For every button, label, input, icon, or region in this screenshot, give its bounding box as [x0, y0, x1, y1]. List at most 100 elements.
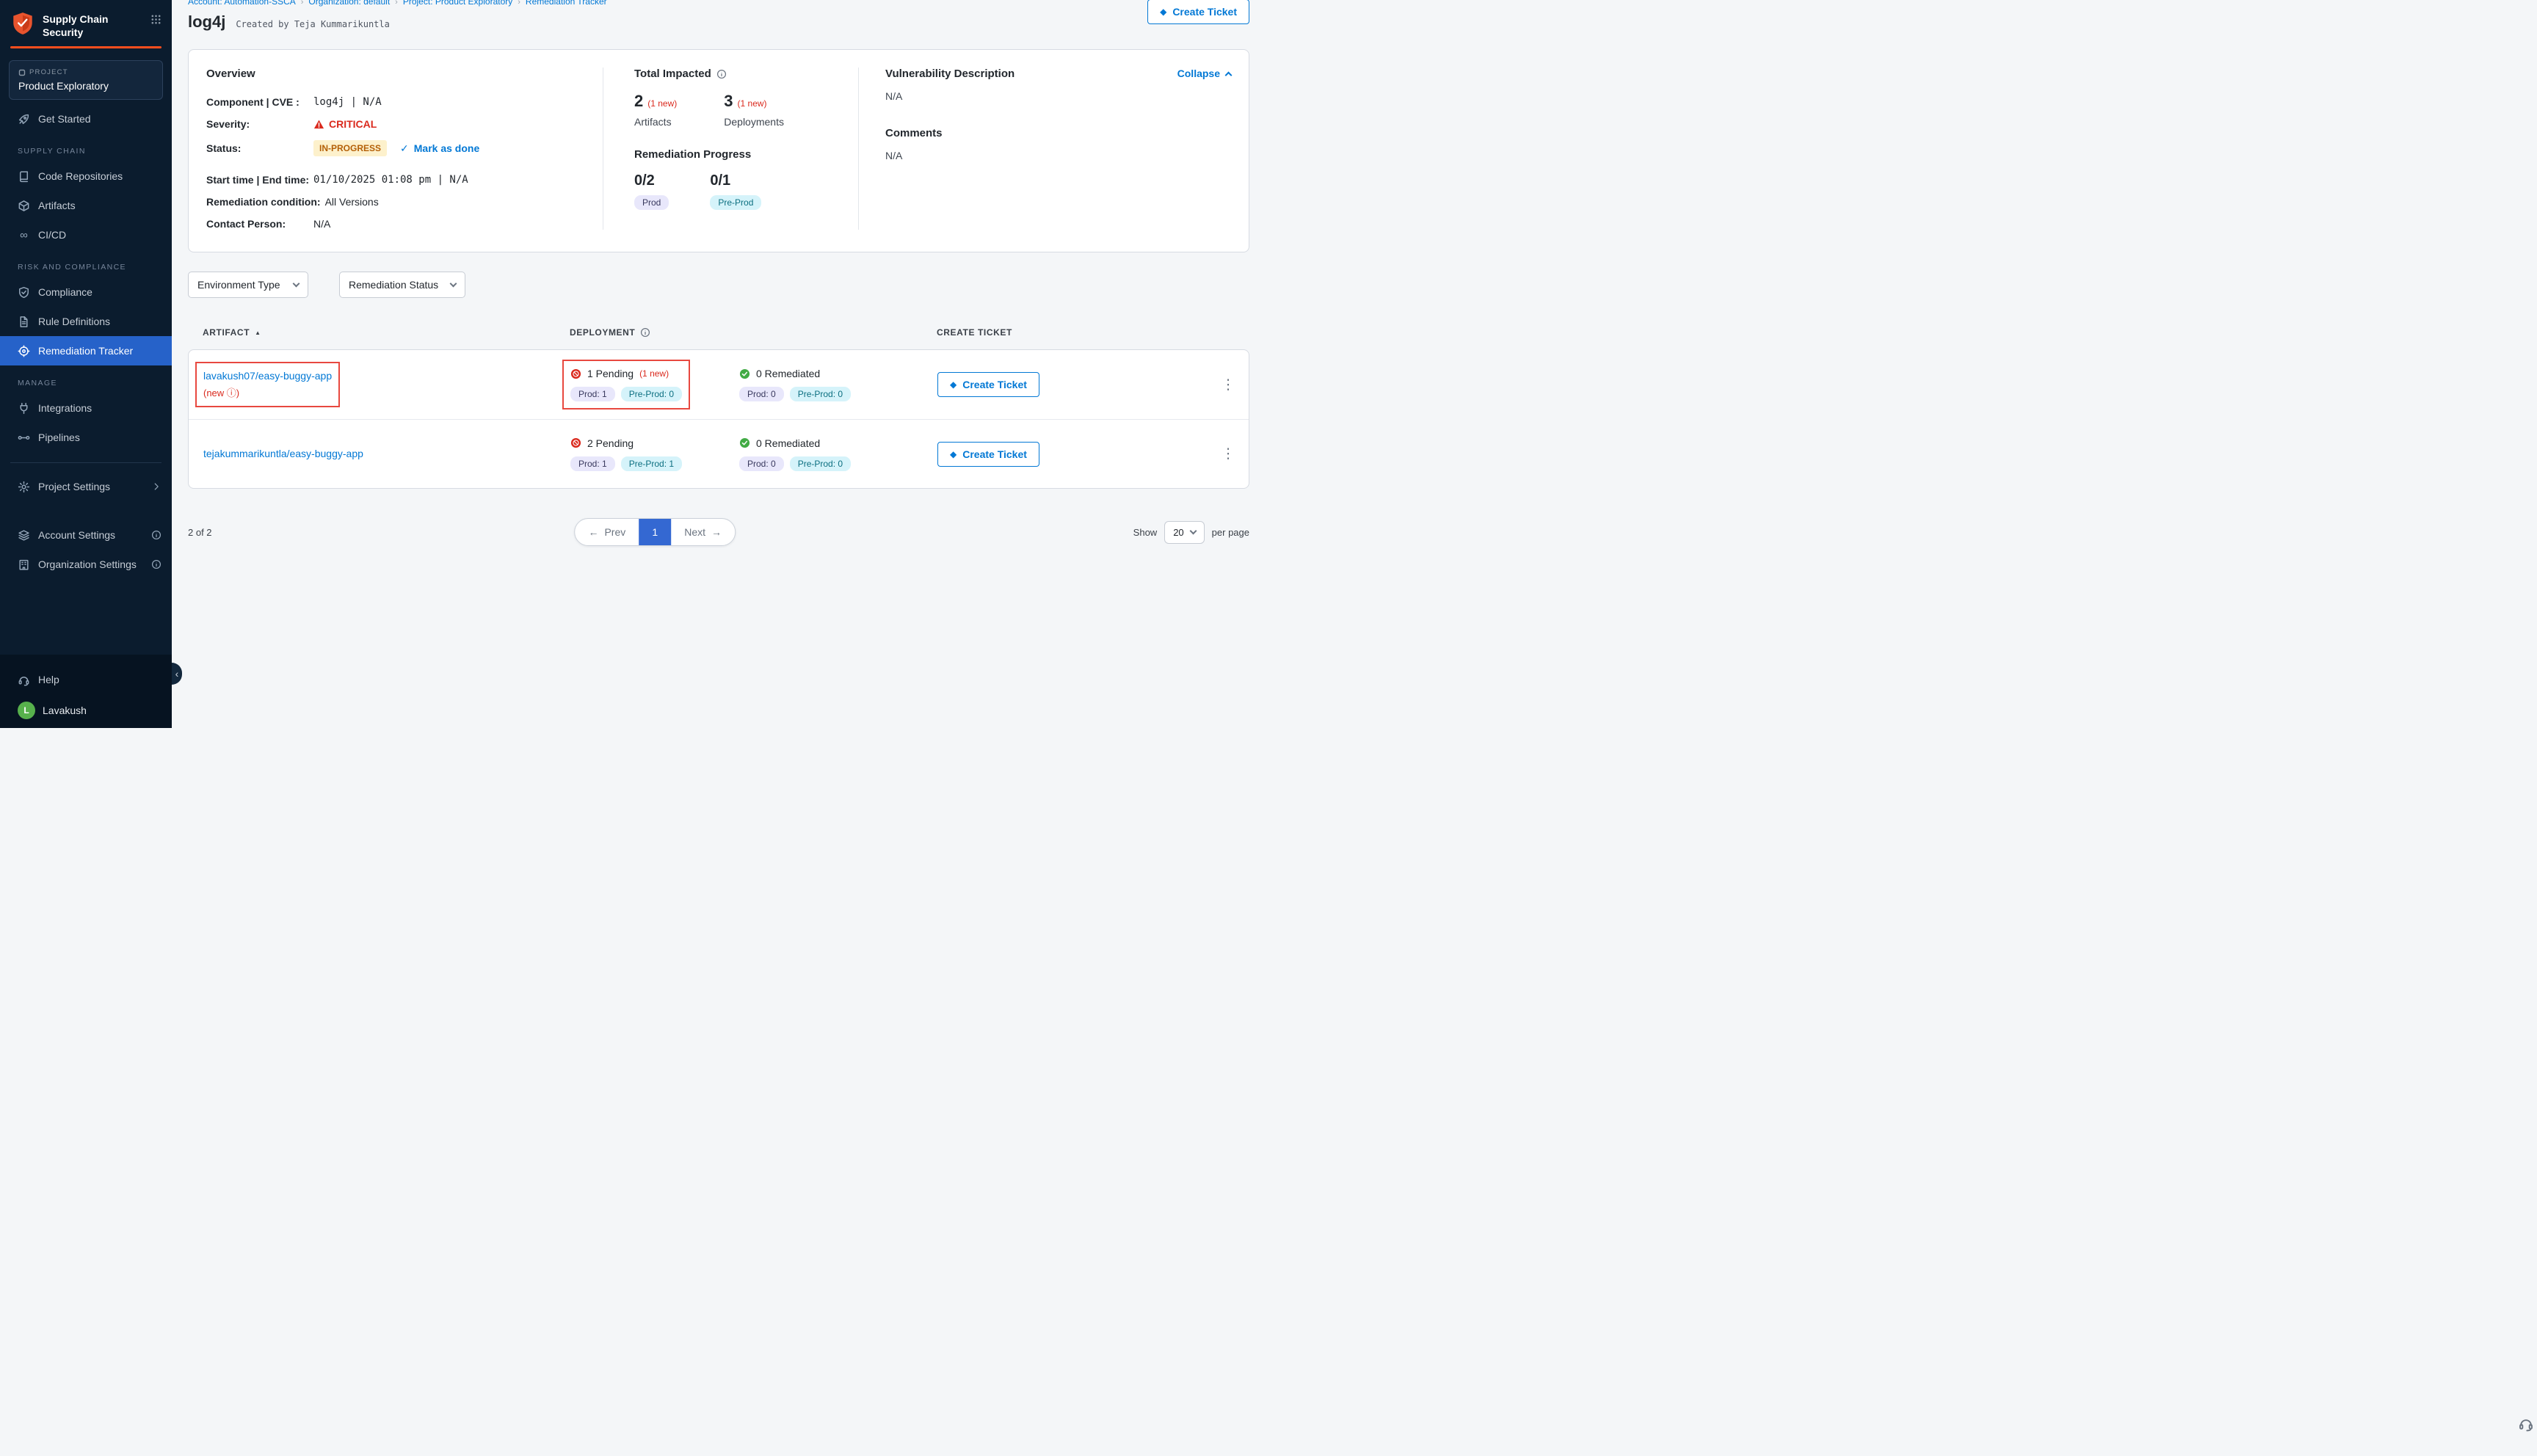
sidebar-item-code-repositories[interactable]: Code Repositories [0, 161, 172, 191]
remediation-progress-heading: Remediation Progress [634, 148, 858, 161]
remediated-check-icon [739, 368, 750, 379]
artifacts-count: 2 [634, 92, 643, 110]
environment-type-filter[interactable]: Environment Type [188, 272, 308, 298]
time-label: Start time | End time: [206, 174, 313, 186]
pending-icon [570, 368, 581, 379]
gear-icon [18, 481, 30, 493]
row-create-ticket-button[interactable]: ◆ Create Ticket [937, 372, 1039, 397]
user-name: Lavakush [43, 705, 87, 716]
artifact-link[interactable]: lavakush07/easy-buggy-app [203, 370, 332, 382]
column-header-artifact[interactable]: ARTIFACT ▲ [203, 327, 570, 338]
breadcrumb-remediation-tracker[interactable]: Remediation Tracker [526, 0, 607, 7]
status-badge: IN-PROGRESS [313, 140, 387, 156]
layers-icon [18, 529, 30, 542]
pipeline-icon [18, 432, 30, 444]
prod-progress: 0/2 Prod [634, 172, 669, 210]
brand-accent-line [10, 46, 161, 48]
repo-icon [18, 170, 30, 183]
pending-new-count: (1 new) [639, 368, 669, 379]
current-page-button[interactable]: 1 [639, 519, 671, 545]
pagination-bar: 2 of 2 ← Prev 1 Next → Show 20 per page [188, 517, 1249, 547]
rocket-icon [18, 113, 30, 125]
project-selector-label: PROJECT [29, 68, 68, 76]
left-arrow-icon: ← [588, 526, 598, 538]
sidebar: Supply Chain Security PROJECT Product Ex… [0, 0, 172, 728]
row-count-label: 2 of 2 [188, 527, 212, 538]
sidebar-item-pipelines[interactable]: Pipelines [0, 423, 172, 452]
annotation-highlight-pending: 1 Pending (1 new) Prod: 1 Pre-Prod: 0 [570, 368, 682, 401]
vulnerability-description-value: N/A [885, 90, 1143, 102]
time-value: 01/10/2025 01:08 pm | N/A [313, 174, 468, 186]
right-arrow-icon: → [711, 526, 722, 538]
check-icon: ✓ [400, 142, 409, 155]
ticket-diamond-icon: ◆ [950, 450, 957, 459]
row-create-ticket-button[interactable]: ◆ Create Ticket [937, 442, 1039, 467]
column-header-create-ticket: CREATE TICKET [937, 327, 1208, 338]
sidebar-item-organization-settings[interactable]: Organization Settings [0, 550, 172, 579]
impacted-artifacts: 2(1 new) Artifacts [634, 92, 677, 128]
sidebar-item-rule-definitions[interactable]: Rule Definitions [0, 307, 172, 336]
ticket-diamond-icon: ◆ [1160, 7, 1166, 16]
organization-icon [18, 558, 30, 571]
prev-page-button[interactable]: ← Prev [575, 519, 639, 545]
info-icon [716, 69, 727, 79]
sidebar-divider [10, 462, 161, 463]
sidebar-item-cicd[interactable]: ∞ CI/CD [0, 220, 172, 250]
page-title: log4j [188, 12, 225, 32]
artifact-link[interactable]: tejakummarikuntla/easy-buggy-app [203, 448, 363, 459]
headset-icon [18, 674, 30, 686]
artifact-new-tag: (new ⓘ) [203, 385, 332, 399]
preprod-progress: 0/1 Pre-Prod [710, 172, 761, 210]
sidebar-item-artifacts[interactable]: Artifacts [0, 191, 172, 220]
table-row: tejakummarikuntla/easy-buggy-app 2 Pendi… [189, 419, 1249, 488]
row-menu-dots-icon[interactable]: ⋮ [1208, 445, 1249, 462]
sidebar-item-integrations[interactable]: Integrations [0, 393, 172, 423]
preprod-badge: Pre-Prod [710, 195, 761, 210]
support-headset-icon[interactable] [2518, 1416, 2534, 1435]
remediated-preprod-badge: Pre-Prod: 0 [790, 387, 851, 401]
prod-progress-value: 0/2 [634, 172, 669, 189]
column-header-deployment: DEPLOYMENT [570, 327, 738, 338]
mark-as-done-button[interactable]: ✓ Mark as done [400, 142, 479, 155]
sidebar-section-manage: MANAGE [0, 365, 172, 393]
app-switcher-grid-icon[interactable] [150, 14, 161, 29]
supply-chain-security-shield-icon [10, 11, 35, 36]
user-menu[interactable]: L Lavakush [0, 694, 172, 719]
sidebar-item-compliance[interactable]: Compliance [0, 277, 172, 307]
next-page-button[interactable]: Next → [671, 519, 735, 545]
collapse-button[interactable]: Collapse [1177, 68, 1231, 79]
component-cve-value: log4j | N/A [313, 96, 382, 108]
contact-label: Contact Person: [206, 218, 313, 230]
breadcrumb-account[interactable]: Account: Automation-SSCA [188, 0, 296, 7]
pending-block: 2 Pending Prod: 1 Pre-Prod: 1 [570, 437, 682, 471]
table-row: lavakush07/easy-buggy-app (new ⓘ) 1 Pend… [189, 350, 1249, 419]
page-size-select[interactable]: 20 [1164, 521, 1204, 544]
remediation-status-filter[interactable]: Remediation Status [339, 272, 465, 298]
remediated-prod-badge: Prod: 0 [739, 387, 784, 401]
row-menu-dots-icon[interactable]: ⋮ [1208, 376, 1249, 393]
status-label: Status: [206, 142, 313, 154]
project-selector[interactable]: PROJECT Product Exploratory [9, 60, 163, 100]
create-ticket-button[interactable]: ◆ Create Ticket [1147, 0, 1249, 24]
chevron-up-icon [1225, 71, 1233, 79]
remediated-count: 0 Remediated [756, 368, 820, 379]
pending-icon [570, 437, 581, 448]
pending-preprod-badge: Pre-Prod: 0 [621, 387, 682, 401]
remediated-check-icon [739, 437, 750, 448]
breadcrumb: Account: Automation-SSCA›Organization: d… [188, 0, 1249, 7]
comments-heading: Comments [885, 127, 1143, 139]
severity-value: CRITICAL [313, 118, 377, 130]
sidebar-footer: Help L Lavakush [0, 655, 172, 728]
chevron-down-icon [450, 280, 457, 288]
sort-ascending-icon: ▲ [255, 330, 261, 336]
pager: ← Prev 1 Next → [574, 518, 736, 546]
breadcrumb-project[interactable]: Project: Product Exploratory [403, 0, 512, 7]
breadcrumb-organization[interactable]: Organization: default [308, 0, 390, 7]
sidebar-item-remediation-tracker[interactable]: Remediation Tracker [0, 336, 172, 365]
sidebar-item-help[interactable]: Help [0, 665, 172, 694]
sidebar-item-get-started[interactable]: Get Started [0, 104, 172, 134]
plug-icon [18, 402, 30, 415]
artifacts-new-count: (1 new) [647, 98, 677, 109]
sidebar-item-account-settings[interactable]: Account Settings [0, 520, 172, 550]
sidebar-item-project-settings[interactable]: Project Settings [0, 472, 172, 501]
